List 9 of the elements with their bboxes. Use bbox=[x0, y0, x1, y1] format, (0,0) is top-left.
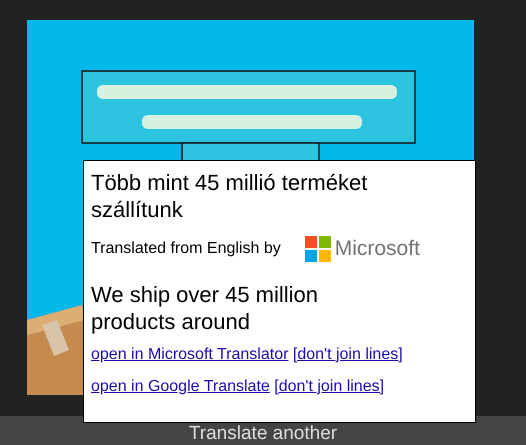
translator-link[interactable]: open in Microsoft Translator bbox=[91, 346, 288, 362]
attribution-text: Translated from English by bbox=[91, 238, 281, 259]
line-option-link[interactable]: [don't join lines] bbox=[292, 346, 403, 362]
translator-link[interactable]: open in Google Translate bbox=[91, 378, 270, 394]
source-text: We ship over 45 million products around bbox=[91, 280, 320, 334]
line-option-link[interactable]: [don't join lines] bbox=[274, 378, 384, 394]
windows-squares-icon bbox=[304, 236, 331, 262]
translated-text: Több mint 45 millió terméket szállítunk bbox=[91, 169, 368, 223]
microsoft-wordmark: Microsoft bbox=[334, 236, 420, 262]
